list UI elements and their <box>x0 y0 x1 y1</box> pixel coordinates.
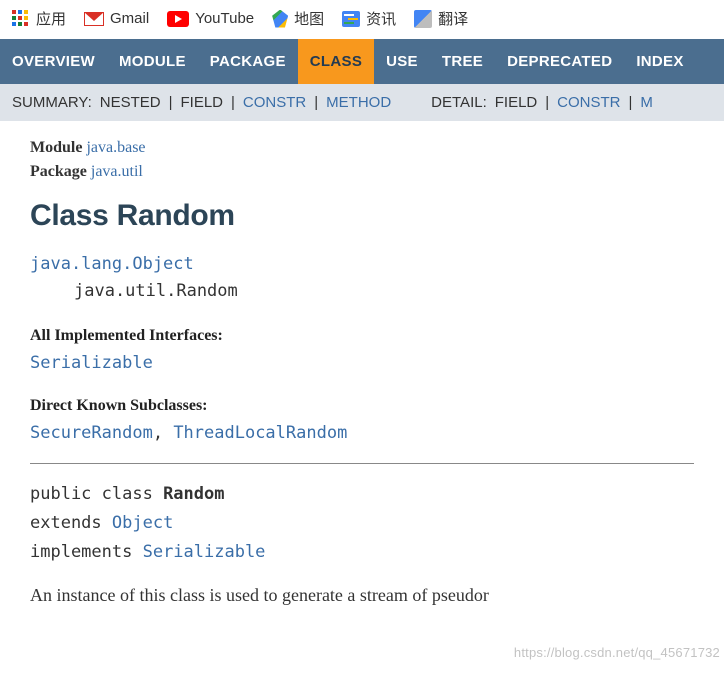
summary-field: FIELD <box>177 94 228 111</box>
nav-use[interactable]: USE <box>374 39 430 84</box>
nav-class[interactable]: CLASS <box>298 39 374 84</box>
inheritance-tree: java.lang.Object java.util.Random <box>30 251 694 305</box>
subclass-threadlocalrandom-link[interactable]: ThreadLocalRandom <box>173 423 347 443</box>
bm-translate[interactable]: 翻译 <box>414 8 468 29</box>
bm-translate-label: 翻译 <box>438 8 468 29</box>
interface-serializable-link[interactable]: Serializable <box>30 353 153 373</box>
nav-deprecated[interactable]: DEPRECATED <box>495 39 624 84</box>
bm-gmail[interactable]: Gmail <box>84 10 149 27</box>
watermark: https://blog.csdn.net/qq_45671732 <box>514 645 720 660</box>
summary-label: SUMMARY: <box>8 94 96 111</box>
inheritance-root-link[interactable]: java.lang.Object <box>30 251 694 278</box>
sig-object-link[interactable]: Object <box>112 513 173 533</box>
maps-pin-icon <box>272 10 288 28</box>
bm-gmail-label: Gmail <box>110 10 149 27</box>
subclasses-heading: Direct Known Subclasses: <box>30 397 694 415</box>
bm-youtube[interactable]: YouTube <box>167 10 254 27</box>
news-icon <box>342 11 360 27</box>
detail-field: FIELD <box>491 94 542 111</box>
gmail-icon <box>84 12 104 26</box>
nav-overview[interactable]: OVERVIEW <box>0 39 107 84</box>
summary-method-link[interactable]: METHOD <box>322 94 395 111</box>
sig-serializable-link[interactable]: Serializable <box>143 542 266 562</box>
class-title: Class Random <box>30 199 694 233</box>
bm-apps[interactable]: 应用 <box>12 8 66 29</box>
nav-tree[interactable]: TREE <box>430 39 495 84</box>
sig-class-name: Random <box>163 484 224 504</box>
divider <box>30 463 694 464</box>
bm-apps-label: 应用 <box>36 8 66 29</box>
class-description: An instance of this class is used to gen… <box>30 585 694 606</box>
subclass-securerandom-link[interactable]: SecureRandom <box>30 423 153 443</box>
translate-icon <box>414 10 432 28</box>
package-label: Package <box>30 163 87 180</box>
nav-package[interactable]: PACKAGE <box>198 39 298 84</box>
interfaces-heading: All Implemented Interfaces: <box>30 327 694 345</box>
inheritance-child: java.util.Random <box>74 278 694 305</box>
summary-constr-link[interactable]: CONSTR <box>239 94 310 111</box>
interfaces-list: Serializable <box>30 353 694 373</box>
javadoc-sub-nav: SUMMARY: NESTED | FIELD | CONSTR | METHO… <box>0 84 724 121</box>
youtube-icon <box>167 11 189 27</box>
module-label: Module <box>30 139 82 156</box>
bm-maps-label: 地图 <box>294 8 324 29</box>
package-link[interactable]: java.util <box>91 163 143 180</box>
apps-grid-icon <box>12 10 30 28</box>
module-link[interactable]: java.base <box>86 139 145 156</box>
nav-module[interactable]: MODULE <box>107 39 198 84</box>
detail-method-link[interactable]: M <box>636 94 657 111</box>
nav-index[interactable]: INDEX <box>624 39 695 84</box>
bm-youtube-label: YouTube <box>195 10 254 27</box>
summary-nested: NESTED <box>96 94 165 111</box>
class-signature: public class Random extends Object imple… <box>30 480 694 567</box>
detail-constr-link[interactable]: CONSTR <box>553 94 624 111</box>
bm-news-label: 资讯 <box>366 8 396 29</box>
javadoc-top-nav: OVERVIEW MODULE PACKAGE CLASS USE TREE D… <box>0 39 724 84</box>
bm-news[interactable]: 资讯 <box>342 8 396 29</box>
bookmark-bar: 应用 Gmail YouTube 地图 资讯 翻译 <box>0 0 724 39</box>
bm-maps[interactable]: 地图 <box>272 8 324 29</box>
subclasses-list: SecureRandom, ThreadLocalRandom <box>30 423 694 443</box>
detail-label: DETAIL: <box>427 94 491 111</box>
javadoc-content: Module java.base Package java.util Class… <box>0 121 724 606</box>
